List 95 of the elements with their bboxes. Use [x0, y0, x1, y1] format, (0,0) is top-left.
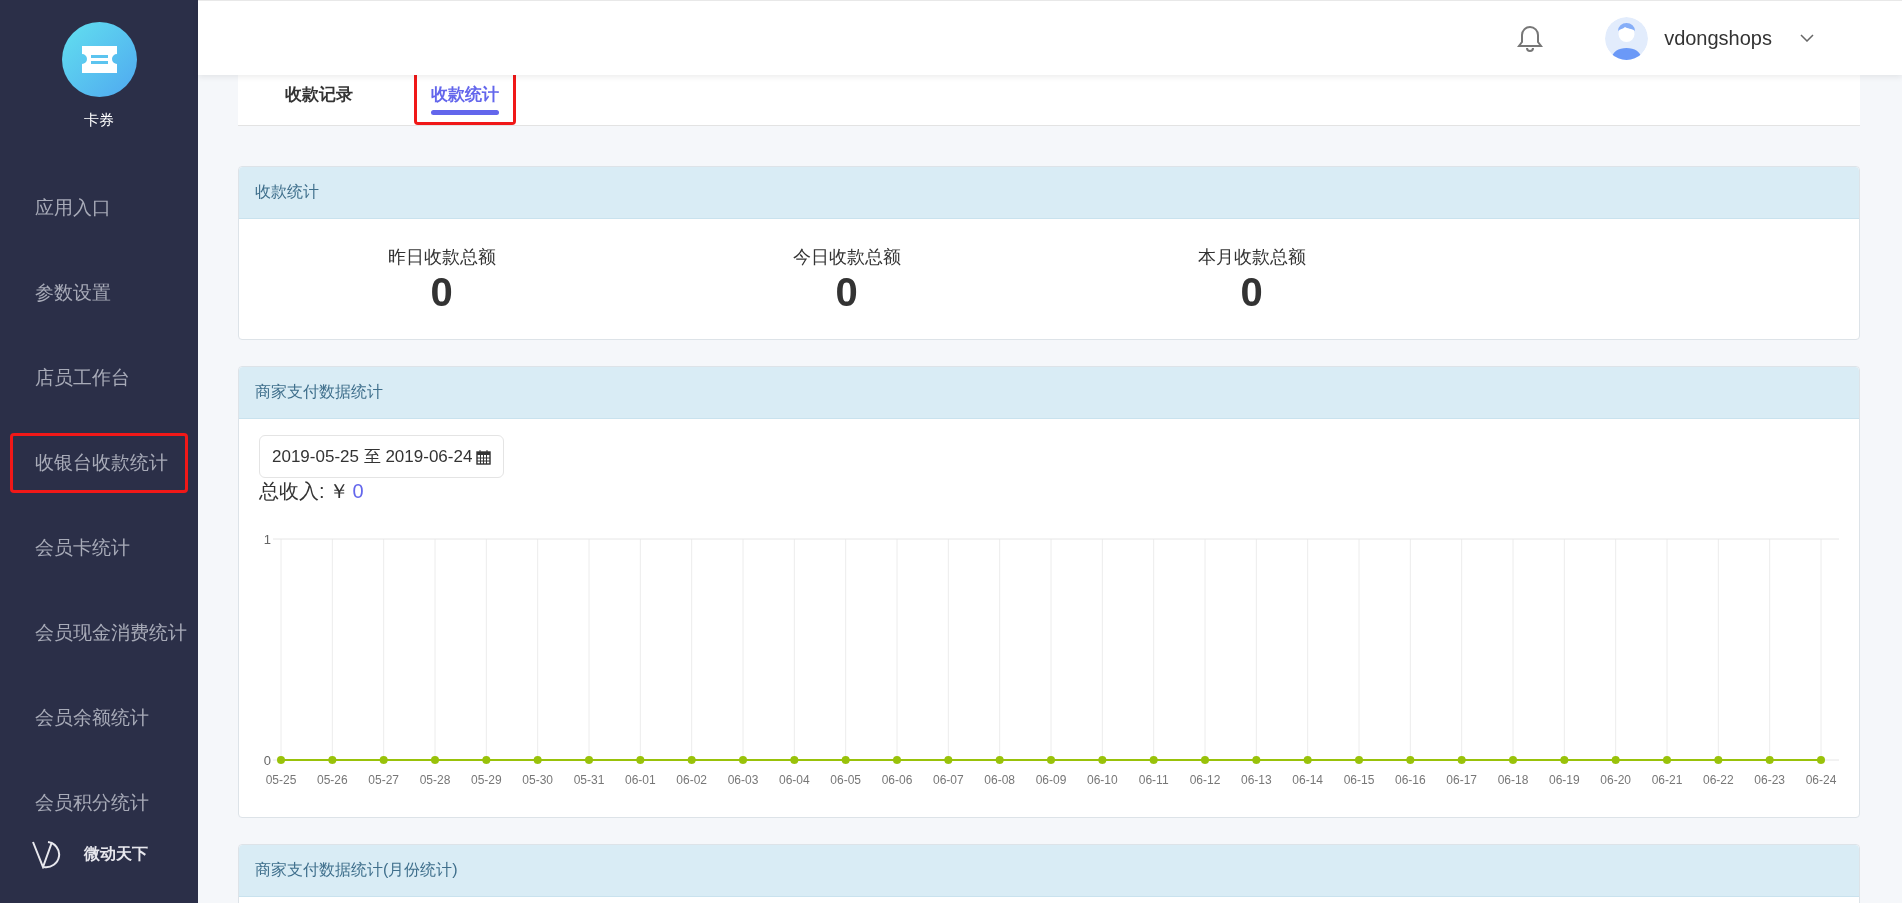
stat-label: 昨日收款总额	[387, 246, 496, 269]
x-tick-label: 06-14	[1292, 773, 1323, 787]
data-point	[636, 756, 645, 764]
data-point	[1611, 756, 1620, 764]
x-tick-label: 06-21	[1651, 773, 1683, 787]
data-point	[1252, 756, 1261, 764]
sidebar-item[interactable]: 收银台收款统计	[10, 433, 188, 493]
total-income-value: 0	[352, 480, 364, 503]
data-point	[739, 756, 747, 764]
x-tick-label: 05-30	[522, 773, 553, 787]
username[interactable]: vdongshops	[1664, 26, 1772, 50]
data-point	[1303, 756, 1312, 764]
sidebar-item[interactable]: 会员积分统计	[10, 773, 188, 833]
panel-title: 商家支付数据统计	[239, 367, 1859, 419]
x-tick-label: 06-24	[1805, 773, 1837, 787]
x-tick-label: 05-25	[265, 773, 297, 787]
calendar-icon	[476, 448, 492, 465]
data-point	[585, 756, 593, 764]
data-point	[944, 756, 953, 764]
notification-bell-icon[interactable]	[1517, 24, 1544, 52]
chevron-down-icon[interactable]	[1800, 34, 1814, 42]
x-tick-label: 06-10	[1087, 773, 1118, 787]
x-tick-label: 06-22	[1703, 773, 1734, 787]
data-point	[1406, 756, 1415, 764]
data-point	[1457, 756, 1466, 764]
data-point	[893, 756, 901, 764]
currency-symbol: ￥	[328, 479, 349, 504]
x-tick-label: 05-29	[471, 773, 502, 787]
sidebar-item[interactable]: 店员工作台	[10, 348, 188, 408]
x-tick-label: 06-01	[625, 773, 656, 787]
stat-label: 本月收款总额	[1197, 246, 1306, 269]
data-point	[995, 756, 1004, 764]
panel-title: 收款统计	[239, 167, 1859, 219]
sidebar-item[interactable]: 应用入口	[10, 178, 188, 238]
sidebar-item[interactable]: 会员余额统计	[10, 688, 188, 748]
y-tick-label: 1	[263, 532, 271, 547]
data-point	[1201, 756, 1209, 764]
data-point	[431, 756, 439, 764]
sidebar-item[interactable]: 会员卡统计	[10, 518, 188, 578]
data-point	[1817, 756, 1825, 764]
x-tick-label: 06-13	[1241, 773, 1272, 787]
x-tick-label: 06-02	[676, 773, 707, 787]
x-tick-label: 06-16	[1395, 773, 1426, 787]
x-tick-label: 06-05	[830, 773, 861, 787]
x-tick-label: 06-06	[881, 773, 913, 787]
x-tick-label: 06-18	[1497, 773, 1529, 787]
x-tick-label: 06-03	[727, 773, 759, 787]
x-tick-label: 06-07	[933, 773, 964, 787]
x-tick-label: 06-19	[1549, 773, 1580, 787]
x-tick-label: 06-04	[779, 773, 810, 787]
x-tick-label: 06-20	[1600, 773, 1631, 787]
x-tick-label: 06-09	[1035, 773, 1067, 787]
data-point	[687, 756, 696, 764]
x-tick-label: 06-23	[1754, 773, 1785, 787]
data-point	[1765, 756, 1774, 764]
stat-value: 0	[1240, 269, 1263, 315]
x-tick-label: 05-28	[419, 773, 451, 787]
data-point	[328, 756, 337, 764]
x-tick-label: 06-08	[984, 773, 1015, 787]
data-point	[1509, 756, 1517, 764]
data-point	[1355, 756, 1363, 764]
data-point	[1149, 756, 1158, 764]
x-tick-label: 06-12	[1189, 773, 1221, 787]
tab[interactable]: 收款统计	[414, 75, 516, 125]
brand-name: 微动天下	[84, 843, 148, 864]
x-tick-label: 06-17	[1446, 773, 1477, 787]
y-tick-label: 0	[263, 753, 271, 768]
x-tick-label: 06-11	[1138, 773, 1169, 787]
stat-value: 0	[835, 269, 858, 315]
x-tick-label: 05-27	[368, 773, 399, 787]
data-point	[379, 756, 388, 764]
data-point	[1663, 756, 1671, 764]
app-name: 卡券	[84, 111, 114, 130]
total-income-label: 总收入:	[259, 479, 325, 504]
x-tick-label: 06-15	[1343, 773, 1375, 787]
data-point	[790, 756, 799, 764]
avatar-icon[interactable]	[1605, 16, 1649, 60]
tab[interactable]: 收款记录	[268, 75, 370, 125]
data-point	[1714, 756, 1723, 764]
data-point	[482, 756, 491, 764]
sidebar-item[interactable]: 参数设置	[10, 263, 188, 323]
date-range-picker[interactable]: 2019-05-25 至 2019-06-24	[259, 435, 505, 478]
data-point	[1047, 756, 1055, 764]
stat-value: 0	[430, 269, 453, 315]
data-point	[533, 756, 542, 764]
x-tick-label: 05-31	[573, 773, 605, 787]
data-point	[841, 756, 850, 764]
data-point	[1560, 756, 1569, 764]
ticket-logo-icon	[61, 22, 137, 97]
data-point	[1098, 756, 1107, 764]
sidebar-item[interactable]: 会员现金消费统计	[10, 603, 188, 663]
panel-title: 商家支付数据统计(月份统计)	[239, 845, 1859, 897]
x-tick-label: 05-26	[317, 773, 348, 787]
data-point	[277, 756, 285, 764]
stat-label: 今日收款总额	[792, 246, 901, 269]
